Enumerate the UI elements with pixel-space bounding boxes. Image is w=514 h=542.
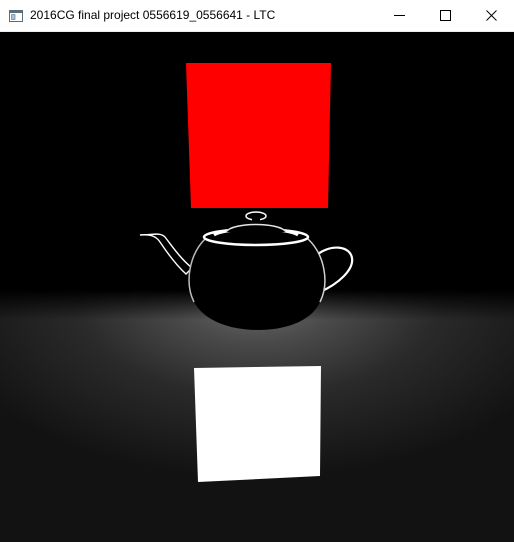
area-light — [186, 63, 331, 208]
app-window-icon — [9, 9, 23, 22]
minimize-button[interactable] — [376, 0, 422, 31]
floor-reflection — [194, 366, 321, 482]
window-title: 2016CG final project 0556619_0556641 - L… — [30, 8, 276, 22]
scene-canvas — [0, 32, 514, 542]
render-viewport[interactable] — [0, 32, 514, 542]
maximize-icon — [439, 10, 451, 21]
title-bar[interactable]: 2016CG final project 0556619_0556641 - L… — [0, 0, 514, 32]
close-button[interactable] — [468, 0, 514, 31]
close-icon — [485, 10, 497, 21]
maximize-button[interactable] — [422, 0, 468, 31]
minimize-icon — [393, 15, 405, 16]
app-window: 2016CG final project 0556619_0556641 - L… — [0, 0, 514, 542]
